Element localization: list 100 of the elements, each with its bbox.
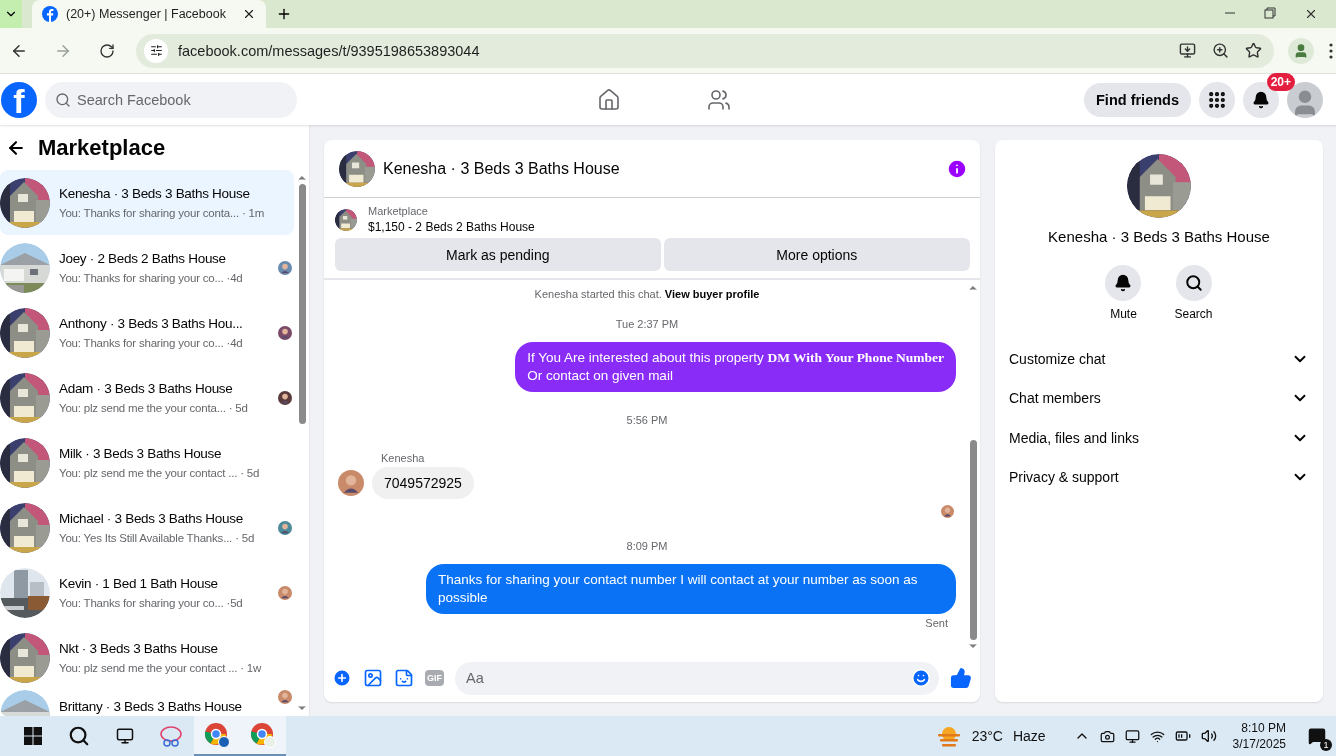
sent-message: If You Are interested about this property DM With Your Phone Number Or contact on given mail [515,342,956,392]
home-icon[interactable] [597,87,621,112]
notification-center-icon[interactable] [1308,727,1326,745]
section-header[interactable]: Customize chat [1009,339,1309,379]
message-status: Sent [925,617,948,630]
search-icon [55,91,71,108]
facebook-icon [42,6,58,22]
conversation-name: Kevin · 1 Bed 1 Bath House [59,575,219,592]
conversation-item[interactable]: Kenesha · 3 Beds 3 Baths House You: Thanks for sharing your conta... · 1m [0,170,294,235]
bookmark-icon[interactable] [1245,42,1262,59]
clock-time: 8:10 PM [1241,720,1286,736]
camera-icon[interactable] [1099,728,1115,744]
conversation-item[interactable]: Milk · 3 Beds 3 Baths House You: plz send me the your contact ... · 5d [0,430,294,495]
conversation-name: Michael · 3 Beds 3 Baths House [59,510,244,527]
like-icon[interactable] [950,667,972,689]
close-icon[interactable] [242,7,256,21]
conversation-item[interactable]: Joey · 2 Beds 2 Baths House You: Thanks for sharing your co... ·4d [0,235,294,300]
sidebar-title: Marketplace [38,134,166,161]
search-field[interactable]: Search Facebook [45,81,297,118]
conversation-name: Nkt · 3 Beds 3 Baths House [59,640,219,657]
display-icon[interactable] [1124,728,1140,744]
conversation-preview: You: plz send me the your contact ... · 1w [59,660,263,675]
scrollbar-thumb[interactable] [969,440,977,640]
browser-button[interactable] [240,716,286,756]
windows-icon [24,727,42,745]
wifi-icon[interactable] [1149,728,1165,744]
groups-icon[interactable] [707,87,731,112]
sent-message: Thanks for sharing your contact number I will contact at your number as soon as possible [426,564,956,614]
mute-button[interactable] [1105,265,1142,301]
add-icon[interactable] [332,668,352,688]
timestamp: 8:09 PM [625,540,669,552]
photo-icon[interactable] [363,668,383,688]
tab-menu-button[interactable] [0,0,22,28]
menu-button[interactable] [1199,81,1235,118]
clock-date: 3/17/2025 [1232,736,1286,752]
search-icon [1184,274,1203,292]
install-icon[interactable] [1179,42,1196,59]
conversation-name: Joey · 2 Beds 2 Baths House [59,250,227,267]
conversation-item[interactable]: Michael · 3 Beds 3 Baths House You: Yes Its Still Available Thanks... · 5d [0,495,294,560]
browser-button[interactable] [194,716,240,756]
conversation-item[interactable]: Anthony · 3 Beds 3 Baths Hou... You: Thanks for sharing your co... ·4d [0,300,294,365]
section-header[interactable]: Media, files and links [1009,418,1309,458]
timestamp: Tue 2:37 PM [614,318,680,330]
conversation-name: Milk · 3 Beds 3 Baths House [59,445,223,462]
weather-text: Haze [1012,728,1046,744]
conversation-name: Brittany · 3 Beds 3 Baths House [59,699,243,715]
system-message: Kenesha started this chat. View buyer profile [533,288,761,300]
conversation-preview: You: Thanks for sharing your conta... · 1m [59,205,266,220]
mark-pending-button[interactable]: Mark as pending [335,238,661,271]
conversation-preview: You: Thanks for sharing your co... ·5d [59,595,244,610]
person-icon [1293,42,1309,59]
site-settings-button[interactable] [144,38,168,63]
restore-icon[interactable] [1264,7,1276,19]
tab-title: (20+) Messenger | Facebook [66,7,227,21]
conversation-item[interactable]: Kevin · 1 Bed 1 Bath House You: Thanks for sharing your co... ·5d [0,560,294,625]
conversation-name: Anthony · 3 Beds 3 Baths Hou... [59,315,244,332]
listing-label: Marketplace [368,205,429,217]
battery-icon[interactable] [1174,728,1191,744]
bell-icon [1114,274,1133,292]
message-field[interactable]: Aa [455,661,939,695]
weather-icon [935,725,962,747]
close-window-icon[interactable] [1304,7,1318,21]
address-bar[interactable]: facebook.com/messages/t/9395198653893044 [136,33,1274,68]
sticker-icon[interactable] [394,668,414,688]
conversation-item[interactable]: Adam · 3 Beds 3 Baths House You: plz send me the your conta... · 5d [0,365,294,430]
received-message: 7049572925 [372,467,474,499]
browser-tab[interactable]: (20+) Messenger | Facebook [32,0,266,28]
profile-button[interactable] [1288,37,1314,64]
profile-title: Kenesha · 3 Beds 3 Baths House [1048,228,1270,245]
sliders-icon [149,44,163,57]
conversation-name: Kenesha · 3 Beds 3 Baths House [59,185,251,202]
zoom-icon[interactable] [1212,42,1229,59]
conversation-preview: You: Thanks for sharing your co... ·4d [59,335,244,350]
temperature: 23°C [971,728,1003,744]
search-icon [68,725,90,747]
find-friends-button[interactable]: Find friends [1084,82,1191,117]
action-label: Mute [1110,307,1137,321]
conversation-item[interactable]: Nkt · 3 Beds 3 Baths House You: plz send me the your contact ... · 1w [0,625,294,690]
listing-title: $1,150 - 2 Beds 2 Baths House [368,220,535,234]
conversation-preview: You: plz send me the your conta... · 5d [59,400,249,415]
scrollbar-thumb[interactable] [298,184,306,424]
monitor-icon [116,727,134,745]
timestamp: 5:56 PM [625,414,669,426]
menu-icon[interactable] [1328,41,1334,60]
info-icon[interactable] [946,157,968,180]
new-tab-icon[interactable] [276,6,292,22]
view-profile-link[interactable]: View buyer profile [664,288,760,300]
url-text: facebook.com/messages/t/9395198653893044 [178,42,480,59]
search-button[interactable] [1175,265,1212,301]
notification-count: 1 [1320,739,1332,751]
more-options-button[interactable]: More options [663,238,970,271]
volume-icon[interactable] [1200,728,1217,744]
conversation-preview: You: plz send me the your contact ... · 5d [59,465,261,480]
browser-icon [204,722,230,748]
grid-icon [1207,89,1227,110]
section-header[interactable]: Privacy & support [1009,457,1309,497]
bell-icon [1252,90,1270,109]
conversation-preview: You: Thanks for sharing your co... ·4d [59,270,244,285]
facebook-logo[interactable]: f [1,81,37,118]
section-header[interactable]: Chat members [1009,378,1309,418]
